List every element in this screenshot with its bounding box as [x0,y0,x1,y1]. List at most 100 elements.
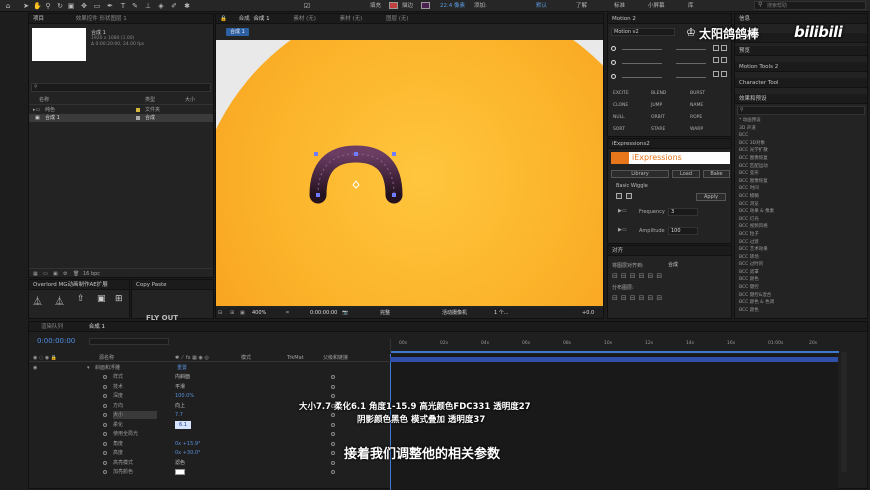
property-row[interactable]: 样式 内斜面 [29,373,389,381]
checkbox-icon[interactable] [626,193,632,199]
property-row[interactable]: 使用全局光 [29,430,389,438]
effects-list-item[interactable]: BCC 变形 [735,170,867,178]
puppet-tool-icon[interactable]: ✱ [183,2,191,10]
slider-2[interactable] [622,63,662,64]
tab-project[interactable]: 项目 [33,16,44,22]
slider-1[interactable] [622,49,662,50]
clone-button[interactable]: CLONE [613,102,628,109]
property-value[interactable]: 平滑 [175,383,185,391]
camera-dropdown[interactable]: 活动摄像机 [442,309,467,317]
workspace-default[interactable]: 默认 [536,2,547,10]
effects-list-item[interactable]: BCC 模糊 [735,193,867,201]
null-button[interactable]: NULL [613,114,625,121]
tab-layer[interactable]: 图层 (无) [386,16,409,22]
pickwhip-icon[interactable] [331,375,335,379]
brush-tool-icon[interactable]: ✎ [131,2,139,10]
label-swatch[interactable] [136,108,140,112]
fit-icon[interactable]: ⌗ [286,309,289,317]
orbit-button[interactable]: ORBIT [651,114,665,121]
tab-footage-2[interactable]: 素材 (无) [340,16,363,22]
col-trkmat[interactable]: TrkMat [287,354,304,362]
layer-bar[interactable] [390,357,838,362]
align-center-icon[interactable]: ⏅ [55,294,64,307]
grid-icon[interactable]: ⊞ [230,309,234,317]
align-target-dropdown[interactable]: 合成 [668,261,708,269]
effects-list-item[interactable]: BCC 粒子 [735,231,867,239]
tab-preview[interactable]: 预览 [735,46,867,56]
stopwatch-icon[interactable] [103,394,107,398]
stopwatch-icon[interactable] [103,422,107,427]
effects-list-item[interactable]: BCC 键控&混合 [735,292,867,300]
load-button[interactable]: Load [672,170,700,178]
roto-tool-icon[interactable]: ✐ [170,2,178,10]
workspace-library[interactable]: 库 [688,2,694,10]
stroke-width[interactable]: 22.4 像素 [440,2,465,10]
effects-list-item[interactable]: BCC 艺术效果 [735,246,867,254]
property-row[interactable]: 高度 0x +30.0° [29,449,389,457]
views-dropdown[interactable]: 1 个... [494,309,509,317]
property-value[interactable]: 100.0% [175,392,194,400]
col-source-name[interactable]: 源名称 [99,354,114,362]
sort-button[interactable]: SORT [613,126,625,133]
warp-button[interactable]: WARP [690,126,703,133]
library-button[interactable]: Library [611,170,669,178]
settings-icon[interactable]: ⚙ [63,270,67,278]
bevel-reset-link[interactable]: 重置 [177,364,187,372]
effects-list-item[interactable]: BCC 光学扩散 [735,147,867,155]
slider-3-knob[interactable] [611,74,616,79]
stopwatch-icon[interactable] [103,403,107,408]
timeline-timecode[interactable]: 0:00:00:00 [37,337,75,345]
property-row[interactable]: 柔化 6.1 [29,420,389,429]
rotate-tool-icon[interactable]: ↻ [56,2,64,10]
effects-list-item[interactable]: BCC 视频风格 [735,223,867,231]
slider-2-knob[interactable] [611,60,616,65]
preset-dropdown[interactable]: Motion v2 [611,28,675,36]
snapshot-icon[interactable]: 📷 [342,309,348,317]
add-icon[interactable]: ⊞ [115,294,123,304]
safe-margins-icon[interactable]: ▣ [240,309,245,317]
workspace-small[interactable]: 小屏幕 [648,2,665,10]
effects-list-item[interactable]: BCC 灯光 [735,216,867,224]
hand-tool-icon[interactable]: ✋ [33,2,42,10]
text-tool-icon[interactable]: T [119,2,127,10]
new-folder-icon[interactable]: ▭ [43,270,48,278]
effects-list-item[interactable]: BCC 颜色 [735,276,867,284]
pickwhip-icon[interactable] [331,460,335,465]
new-comp-icon[interactable]: ▣ [53,270,58,278]
slider-2b[interactable] [676,63,706,64]
effects-search-input[interactable]: ⚲ [737,106,865,115]
color-swatch[interactable] [175,469,185,475]
stare-button[interactable]: STARE [651,126,665,133]
bpc-toggle[interactable]: 16 bpc [83,270,100,278]
effects-list-item[interactable]: BCC 时间 [735,185,867,193]
slider-3[interactable] [622,77,662,78]
play-icon[interactable]: ▶▭ [618,208,627,214]
stopwatch-icon[interactable] [103,413,107,417]
label-swatch[interactable] [136,116,140,120]
effects-list-item[interactable]: BCC 效果 & 像素 [735,208,867,216]
eraser-tool-icon[interactable]: ◈ [157,2,165,10]
effects-list-item[interactable]: BCC 图像恢复 [735,178,867,186]
stopwatch-icon[interactable] [103,441,107,446]
breadcrumb[interactable]: 合成 1 [226,28,249,36]
push-icon[interactable]: ⇧ [77,294,85,304]
workspace-learn[interactable]: 了解 [576,2,587,10]
curve-presets[interactable] [710,44,730,84]
effects-list-item[interactable]: BCC 3D对象 [735,140,867,148]
pickwhip-icon[interactable] [331,394,335,398]
timeline-scrollbar[interactable] [841,352,847,472]
property-row[interactable]: 高亮模式 滤色 [29,459,389,467]
align-left-icon[interactable]: ⏅ [33,294,42,307]
burst-button[interactable]: BURST [690,90,705,97]
camera-tool-icon[interactable]: ▣ [67,2,75,10]
property-value[interactable]: 7.7 [175,411,183,419]
excite-button[interactable]: EXCITE [613,90,629,97]
av-switches-icon[interactable]: ◉ ◌ ◉ 🔒 [33,354,57,362]
effects-list-item[interactable]: BCC 遮罩 [735,269,867,277]
effects-list-item[interactable]: BCC 转场 [735,254,867,262]
tab-effect-controls[interactable]: 效果控件 形状图层 1 [76,16,127,22]
stopwatch-icon[interactable] [103,460,107,465]
clone-tool-icon[interactable]: ⊥ [144,2,152,10]
tab-character-tool[interactable]: Character Tool [735,78,867,88]
frequency-input[interactable]: 3 [668,208,698,216]
